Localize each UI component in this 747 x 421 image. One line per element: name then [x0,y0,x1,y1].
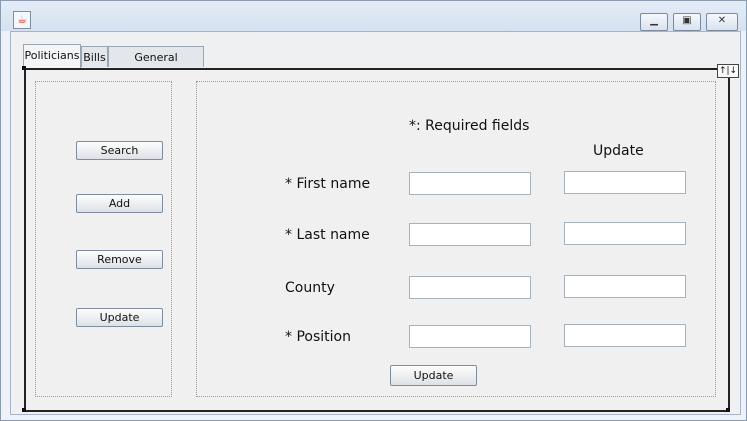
county-update-field[interactable] [564,275,686,298]
position-update-field[interactable] [564,324,686,347]
first-name-label: * First name [285,176,371,192]
county-field[interactable] [409,276,531,299]
app-window: ☕ ▁ ▣ ✕ Politicians Bills General Assemb… [0,0,747,421]
last-name-update-field[interactable] [564,222,686,245]
minimize-icon[interactable]: ▁ [640,13,668,31]
java-icon: ☕ [13,11,31,29]
position-label: * Position [285,329,351,345]
tab-panel: ↑|↓ Search Add Remove Update *: Required… [22,64,739,412]
required-note: *: Required fields [409,118,530,134]
action-panel: Search Add Remove Update [35,81,172,397]
first-name-update-field[interactable] [564,171,686,194]
arrange-handle-icon[interactable]: ↑|↓ [717,64,739,78]
first-name-field[interactable] [409,172,531,195]
tab-general-assembly[interactable]: General Assembly [108,46,204,85]
submit-update-button[interactable]: Update [390,365,477,386]
position-field[interactable] [409,325,531,348]
resize-handle[interactable] [22,66,26,70]
restore-icon[interactable]: ▣ [673,13,701,31]
close-icon[interactable]: ✕ [706,13,738,31]
remove-button[interactable]: Remove [76,250,163,269]
content-area: Politicians Bills General Assembly ↑|↓ S… [10,31,741,415]
last-name-field[interactable] [409,223,531,246]
search-button[interactable]: Search [76,141,163,160]
county-label: County [285,280,335,296]
update-button[interactable]: Update [76,308,163,327]
tab-politicians[interactable]: Politicians [23,44,81,68]
update-column-header: Update [593,143,644,159]
title-bar: ☕ ▁ ▣ ✕ [1,1,746,31]
last-name-label: * Last name [285,227,370,243]
tab-bills[interactable]: Bills [81,46,108,67]
resize-handle[interactable] [22,408,26,412]
resize-handle[interactable] [726,408,730,412]
form-panel: *: Required fields Update * First name *… [196,81,716,397]
add-button[interactable]: Add [76,194,163,213]
